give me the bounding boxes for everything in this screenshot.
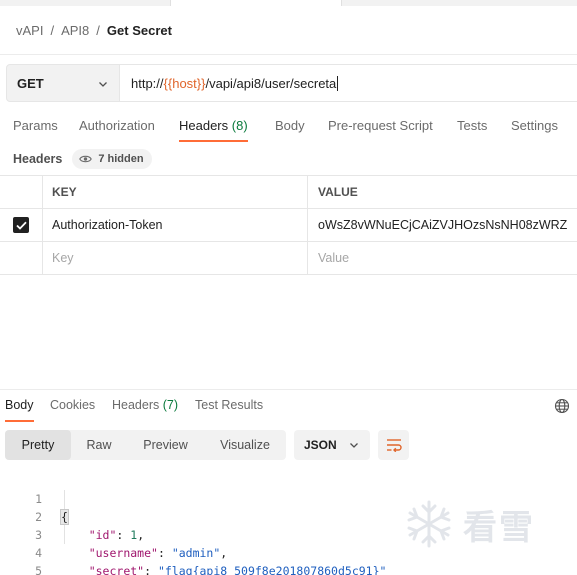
- view-pretty-button[interactable]: Pretty: [5, 430, 71, 460]
- tab-response-headers-label: Headers: [112, 398, 160, 412]
- table-row: Authorization-Token oWsZ8vWNuECjCAiZVJHO…: [0, 209, 577, 242]
- tab-headers-label: Headers: [179, 118, 229, 133]
- tab-response-headers-count: (7): [162, 398, 179, 412]
- response-format-value: JSON: [304, 438, 337, 452]
- request-tabs: Params Authorization Headers (8) Body Pr…: [0, 116, 577, 144]
- chevron-down-icon: [350, 443, 358, 448]
- top-tab-strip: [0, 0, 577, 6]
- tab-response-headers[interactable]: Headers (7): [112, 396, 178, 422]
- globe-icon[interactable]: [554, 398, 570, 414]
- wrap-lines-icon: [386, 439, 402, 452]
- headers-table: KEY VALUE Authorization-Token oWsZ8vWNuE…: [0, 175, 577, 275]
- snowflake-logo-icon: [407, 500, 451, 548]
- tab-params[interactable]: Params: [13, 116, 58, 142]
- header-key-input[interactable]: Authorization-Token: [42, 209, 307, 241]
- http-method-select[interactable]: GET: [6, 64, 120, 102]
- breadcrumb: vAPI / API8 / Get Secret: [16, 20, 172, 40]
- headers-section-title: Headers: [13, 152, 63, 166]
- view-mode-toggle: Pretty Raw Preview Visualize: [5, 430, 286, 460]
- divider: [0, 389, 577, 390]
- view-preview-button[interactable]: Preview: [127, 430, 204, 460]
- line-number: 5: [35, 564, 42, 575]
- tab-settings[interactable]: Settings: [511, 116, 558, 142]
- hidden-headers-label: 7 hidden: [98, 153, 144, 165]
- watermark: 看雪: [403, 494, 563, 554]
- http-method-value: GET: [17, 75, 44, 91]
- active-request-tab[interactable]: [170, 0, 342, 6]
- breadcrumb-folder[interactable]: API8: [61, 23, 89, 38]
- value-column-header: VALUE: [307, 176, 577, 208]
- key-column-header: KEY: [42, 176, 307, 208]
- select-column-header: [0, 176, 42, 208]
- url-prefix: http://: [131, 75, 164, 91]
- row-checkbox-cell: [0, 242, 42, 274]
- tab-authorization[interactable]: Authorization: [79, 116, 155, 142]
- new-key-input[interactable]: Key: [42, 242, 307, 274]
- row-checkbox-cell: [0, 209, 42, 241]
- tab-headers-count: (8): [231, 118, 248, 133]
- headers-section-header: Headers 7 hidden: [13, 149, 152, 169]
- breadcrumb-collection[interactable]: vAPI: [16, 23, 43, 38]
- tab-response-body[interactable]: Body: [5, 396, 34, 422]
- new-value-input[interactable]: Value: [307, 242, 577, 274]
- breadcrumb-separator: /: [50, 22, 55, 38]
- tab-tests[interactable]: Tests: [457, 116, 487, 142]
- json-key: "secret": [88, 564, 145, 575]
- hidden-headers-toggle[interactable]: 7 hidden: [72, 149, 152, 169]
- response-tabs: Body Cookies Headers (7) Test Results: [0, 396, 577, 422]
- eye-icon: [79, 155, 93, 163]
- code-line: 1 {: [0, 472, 577, 525]
- tab-response-cookies[interactable]: Cookies: [50, 396, 95, 422]
- chevron-down-icon: [99, 82, 107, 87]
- wrap-lines-button[interactable]: [378, 430, 409, 460]
- tab-test-results[interactable]: Test Results: [195, 396, 263, 422]
- view-visualize-button[interactable]: Visualize: [204, 430, 286, 460]
- json-value: "flag{api8_509f8e201807860d5c91}": [157, 564, 387, 575]
- url-input[interactable]: http://{{host}}/vapi/api8/user/secreta: [120, 64, 577, 102]
- divider: [0, 54, 577, 55]
- request-title[interactable]: Get Secret: [107, 23, 172, 38]
- text-cursor: [337, 75, 339, 91]
- url-path: /vapi/api8/user/secreta: [205, 75, 337, 91]
- view-raw-button[interactable]: Raw: [71, 430, 127, 460]
- tab-headers[interactable]: Headers (8): [179, 116, 248, 142]
- table-header-row: KEY VALUE: [0, 176, 577, 209]
- url-variable: {{host}}: [163, 75, 206, 91]
- watermark-text: 看雪: [463, 507, 535, 548]
- tab-body[interactable]: Body: [275, 116, 305, 142]
- table-row-new: Key Value: [0, 242, 577, 275]
- breadcrumb-separator: /: [96, 22, 100, 38]
- response-format-select[interactable]: JSON: [294, 430, 370, 460]
- tab-pre-request-script[interactable]: Pre-request Script: [328, 116, 433, 142]
- header-value-input[interactable]: oWsZ8vWNuECjCAiZVJHOzsNsNH08zWRZ: [307, 209, 577, 241]
- checkbox-checked-icon[interactable]: [13, 217, 29, 233]
